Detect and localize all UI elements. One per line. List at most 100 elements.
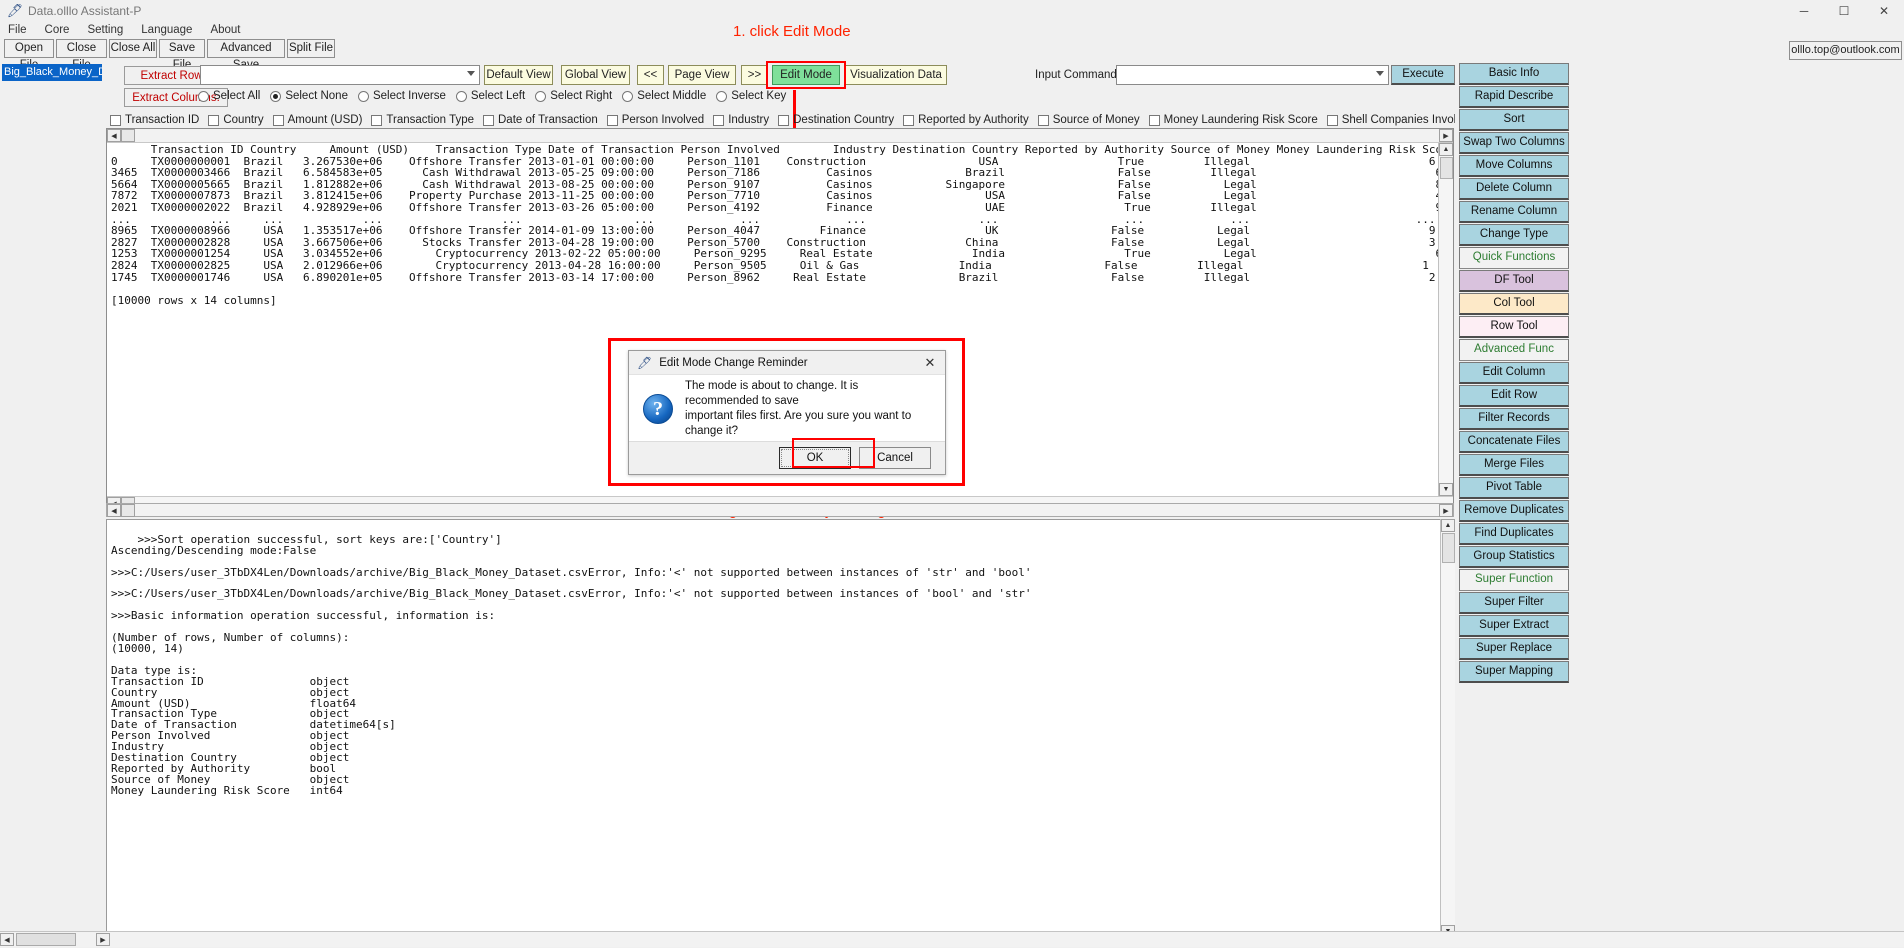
menu-item-core[interactable]: Core xyxy=(36,24,79,36)
sidebar-item-super-replace[interactable]: Super Replace xyxy=(1459,638,1569,660)
sidebar-item-concatenate-files[interactable]: Concatenate Files xyxy=(1459,431,1569,453)
checkbox-country[interactable]: Country xyxy=(208,114,264,126)
maximize-button[interactable]: ☐ xyxy=(1824,0,1864,22)
scroll-left-icon[interactable]: ◀ xyxy=(107,129,121,142)
scroll-thumb[interactable] xyxy=(1442,533,1455,563)
scroll-down-icon[interactable]: ▼ xyxy=(1439,483,1453,496)
account-email-button[interactable]: olllo.top@outlook.com xyxy=(1789,41,1902,60)
prev-page-button[interactable]: << xyxy=(637,65,664,85)
scroll-thumb-left[interactable] xyxy=(121,129,135,142)
log-vertical-scrollbar[interactable]: ▲ ▼ xyxy=(1440,519,1455,938)
window-horizontal-scrollbar[interactable]: ◀ ▶ xyxy=(0,931,1904,947)
sidebar-item-super-mapping[interactable]: Super Mapping xyxy=(1459,661,1569,683)
menu-item-language[interactable]: Language xyxy=(132,24,201,36)
scroll-thumb-left[interactable] xyxy=(121,504,135,517)
sidebar-item-group-statistics[interactable]: Group Statistics xyxy=(1459,546,1569,568)
checkbox-industry[interactable]: Industry xyxy=(713,114,769,126)
edit-mode-button[interactable]: Edit Mode xyxy=(772,65,840,85)
radio-select-middle[interactable]: Select Middle xyxy=(622,90,706,102)
sidebar-item-basic-info[interactable]: Basic Info xyxy=(1459,63,1569,85)
close-file-button[interactable]: Close File xyxy=(56,39,107,71)
menu-item-file[interactable]: File xyxy=(0,24,36,36)
default-view-button[interactable]: Default View xyxy=(484,65,553,85)
log-text: >>>Sort operation successful, sort keys … xyxy=(111,532,1032,797)
sidebar-item-df-tool[interactable]: DF Tool xyxy=(1459,270,1569,292)
radio-select-all[interactable]: Select All xyxy=(198,90,260,102)
checkbox-box xyxy=(778,114,790,126)
checkbox-shell-companies-involved[interactable]: Shell Companies Involved xyxy=(1326,114,1455,126)
sidebar-item-super-extract[interactable]: Super Extract xyxy=(1459,615,1569,637)
sidebar-item-change-type[interactable]: Change Type xyxy=(1459,224,1569,246)
next-page-button[interactable]: >> xyxy=(741,65,768,85)
scroll-thumb[interactable] xyxy=(16,933,76,946)
file-toolbar: Open File Close File Close All Save File… xyxy=(0,38,1904,71)
radio-select-right[interactable]: Select Right xyxy=(535,90,612,102)
open-file-button[interactable]: Open File xyxy=(4,39,54,71)
checkbox-person-involved[interactable]: Person Involved xyxy=(606,114,705,126)
radio-select-key[interactable]: Select Key xyxy=(716,90,786,102)
scroll-right-icon[interactable]: ▶ xyxy=(96,933,110,946)
column-checkbox-row: Transaction ID Country Amount (USD) Tran… xyxy=(110,112,1455,128)
save-file-button[interactable]: Save File xyxy=(159,39,205,71)
checkbox-transaction-type[interactable]: Transaction Type xyxy=(371,114,474,126)
scroll-right-icon[interactable]: ▶ xyxy=(1439,129,1453,142)
visualization-data-button[interactable]: Visualization Data xyxy=(845,65,947,85)
radio-select-none[interactable]: Select None xyxy=(270,90,348,102)
close-button[interactable]: ✕ xyxy=(1864,0,1904,22)
sidebar-item-rapid-describe[interactable]: Rapid Describe xyxy=(1459,86,1569,108)
page-view-button[interactable]: Page View xyxy=(668,65,736,85)
checkbox-date-of-transaction[interactable]: Date of Transaction xyxy=(483,114,598,126)
dialog-footer: OK Cancel xyxy=(629,441,945,474)
checkbox-money-laundering-risk-score[interactable]: Money Laundering Risk Score xyxy=(1148,114,1318,126)
log-horizontal-scrollbar[interactable]: ◀ ▶ xyxy=(106,503,1454,517)
sidebar-item-super-filter[interactable]: Super Filter xyxy=(1459,592,1569,614)
input-command-combo[interactable] xyxy=(1116,65,1389,85)
radio-indicator xyxy=(198,90,209,102)
minimize-button[interactable]: ─ xyxy=(1784,0,1824,22)
sidebar-item-col-tool[interactable]: Col Tool xyxy=(1459,293,1569,315)
radio-select-left[interactable]: Select Left xyxy=(455,90,525,102)
sidebar-item-find-duplicates[interactable]: Find Duplicates xyxy=(1459,523,1569,545)
ok-button-highlight-box xyxy=(792,438,875,468)
sidebar-item-edit-row[interactable]: Edit Row xyxy=(1459,385,1569,407)
sidebar-item-sort[interactable]: Sort xyxy=(1459,109,1569,131)
sidebar-item-merge-files[interactable]: Merge Files xyxy=(1459,454,1569,476)
sidebar-item-move-columns[interactable]: Move Columns xyxy=(1459,155,1569,177)
radio-label: Select Inverse xyxy=(372,90,446,102)
scroll-up-icon[interactable]: ▲ xyxy=(1439,143,1453,156)
sidebar-item-delete-column[interactable]: Delete Column xyxy=(1459,178,1569,200)
grid-horizontal-scrollbar-top[interactable]: ◀ ▶ xyxy=(107,129,1453,143)
global-view-button[interactable]: Global View xyxy=(561,65,630,85)
sidebar-item-edit-column[interactable]: Edit Column xyxy=(1459,362,1569,384)
checkbox-transaction-id[interactable]: Transaction ID xyxy=(110,114,199,126)
scroll-left-icon[interactable]: ◀ xyxy=(107,504,121,517)
sidebar-item-filter-records[interactable]: Filter Records xyxy=(1459,408,1569,430)
execute-button[interactable]: Execute xyxy=(1391,65,1455,85)
scroll-left-icon[interactable]: ◀ xyxy=(0,933,14,946)
sidebar-item-remove-duplicates[interactable]: Remove Duplicates xyxy=(1459,500,1569,522)
radio-label: Select None xyxy=(285,90,348,102)
radio-select-inverse[interactable]: Select Inverse xyxy=(357,90,446,102)
scroll-thumb[interactable] xyxy=(1440,157,1453,179)
scroll-up-icon[interactable]: ▲ xyxy=(1441,519,1455,532)
menu-item-setting[interactable]: Setting xyxy=(78,24,132,36)
checkbox-amount-usd[interactable]: Amount (USD) xyxy=(272,114,362,126)
close-all-button[interactable]: Close All xyxy=(109,39,157,58)
sidebar-item-row-tool[interactable]: Row Tool xyxy=(1459,316,1569,338)
checkbox-label: Person Involved xyxy=(621,114,705,126)
menu-item-about[interactable]: About xyxy=(201,24,249,36)
advanced-save-button[interactable]: Advanced Save xyxy=(207,39,285,71)
dialog-close-icon[interactable]: ✕ xyxy=(922,355,938,371)
split-file-button[interactable]: Split File xyxy=(287,39,335,58)
file-tab-big-black-money[interactable]: Big_Black_Money_Data xyxy=(2,64,102,81)
checkbox-reported-by-authority[interactable]: Reported by Authority xyxy=(903,114,1029,126)
extract-rows-combo[interactable] xyxy=(200,65,480,85)
sidebar-item-swap-two-columns[interactable]: Swap Two Columns xyxy=(1459,132,1569,154)
checkbox-label: Transaction ID xyxy=(125,114,200,126)
grid-vertical-scrollbar[interactable]: ▲ ▼ xyxy=(1438,143,1453,496)
sidebar-item-pivot-table[interactable]: Pivot Table xyxy=(1459,477,1569,499)
sidebar-item-rename-column[interactable]: Rename Column xyxy=(1459,201,1569,223)
checkbox-source-of-money[interactable]: Source of Money xyxy=(1037,114,1140,126)
scroll-right-icon[interactable]: ▶ xyxy=(1439,504,1453,517)
checkbox-destination-country[interactable]: Destination Country xyxy=(778,114,894,126)
